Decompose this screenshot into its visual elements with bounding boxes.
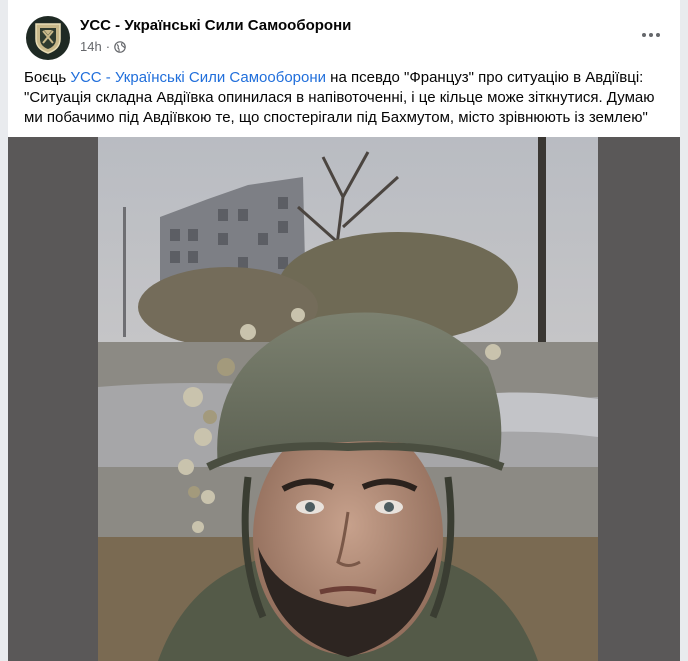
post-text-prefix: Боєць (24, 69, 71, 86)
more-options-button[interactable] (636, 22, 666, 48)
post-media[interactable] (8, 137, 680, 661)
post-card: УСС - Українські Сили Самооборони 14h · … (8, 0, 680, 661)
page-mention-link[interactable]: УСС - Українські Сили Самооборони (70, 69, 326, 86)
post-meta: 14h · (80, 39, 126, 54)
post-photo[interactable] (98, 137, 598, 661)
shield-logo-icon (35, 23, 61, 54)
post-text: Боєць УСС - Українські Сили Самооборони … (24, 68, 670, 128)
soldier-selfie-image (98, 137, 598, 661)
globe-icon[interactable] (114, 40, 126, 53)
page-name-link[interactable]: УСС - Українські Сили Самооборони (80, 17, 351, 34)
page-avatar[interactable] (26, 16, 70, 60)
meta-separator: · (105, 39, 111, 54)
more-horizontal-icon (642, 33, 660, 37)
post-timestamp[interactable]: 14h (80, 39, 102, 54)
post-header: УСС - Українські Сили Самооборони 14h · (8, 0, 680, 62)
